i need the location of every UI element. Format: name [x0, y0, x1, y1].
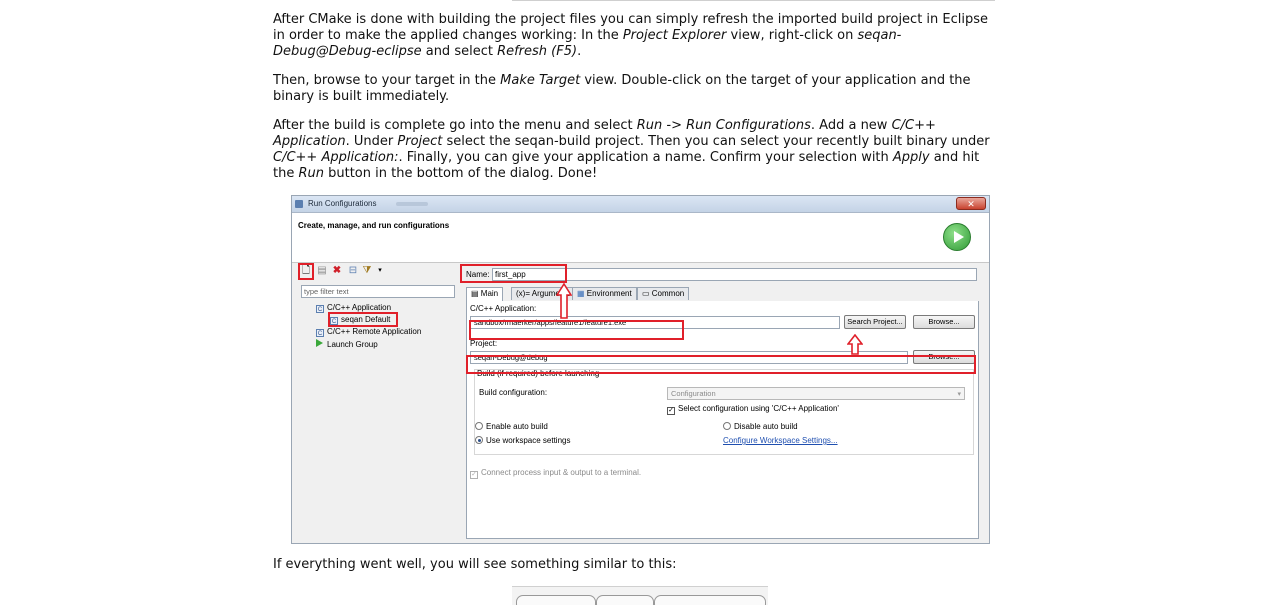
build-config-value: Configuration — [671, 389, 716, 398]
tab-label: Main — [480, 289, 499, 298]
highlight-seqan-default — [328, 312, 398, 327]
radio-label: Use workspace settings — [486, 436, 571, 445]
up-arrow-icon — [556, 283, 572, 319]
text-run: . Add a new — [810, 118, 892, 133]
project-label: Project: — [470, 339, 498, 348]
checkbox-label: Connect process input & output to a term… — [481, 468, 642, 477]
emphasis-text: Make Target — [500, 73, 581, 88]
connect-terminal-checkbox[interactable]: ✓ Connect process input & output to a ter… — [470, 468, 641, 479]
app-label: C/C++ Application: — [470, 304, 537, 313]
paragraph-run-config: After the build is complete go into the … — [273, 118, 999, 182]
paragraph-refresh: After CMake is done with building the pr… — [273, 12, 999, 60]
c-remote-icon: C — [316, 329, 324, 337]
result-screenshot-partial — [512, 586, 768, 605]
radio-icon — [723, 422, 731, 430]
launch-group-icon — [316, 339, 323, 347]
tree-item-launch-group[interactable]: Launch Group — [316, 339, 378, 349]
highlight-project — [466, 355, 976, 374]
tab-common[interactable]: ▭ Common — [637, 287, 690, 300]
emphasis-text: Project Explorer — [622, 28, 727, 43]
text-run: . — [577, 44, 582, 59]
top-rule — [512, 0, 995, 1]
checkbox-icon: ✓ — [667, 407, 675, 415]
paragraph-result: If everything went well, you will see so… — [273, 557, 999, 573]
arguments-icon: (x)= — [516, 289, 532, 298]
environment-icon: ▦ — [577, 289, 587, 298]
tab-environment[interactable]: ▦ Environment — [572, 287, 637, 300]
enable-auto-build-radio[interactable]: Enable auto build — [475, 422, 548, 431]
emphasis-text: Apply — [892, 150, 930, 165]
emphasis-text: Run — [298, 166, 324, 181]
tab-label: Environment — [586, 289, 632, 298]
tree-label: C/C++ Remote Application — [327, 327, 422, 336]
duplicate-icon[interactable]: ▤ — [316, 265, 328, 277]
text-run: select the seqan-build project. Then you… — [442, 134, 990, 149]
run-icon — [943, 223, 971, 251]
paragraph-make-target: Then, browse to your target in the Make … — [273, 73, 999, 105]
tree-label: Launch Group — [327, 340, 378, 349]
text-run: If everything went well, you will see so… — [273, 557, 677, 572]
text-run: Then, browse to your target in the — [273, 73, 501, 88]
checkbox-label: Select configuration using 'C/C++ Applic… — [678, 404, 839, 413]
eclipse-icon — [295, 200, 303, 208]
configure-workspace-link[interactable]: Configure Workspace Settings... — [723, 436, 838, 445]
highlight-new-config — [298, 263, 314, 280]
radio-label: Disable auto build — [734, 422, 798, 431]
select-config-checkbox[interactable]: ✓ Select configuration using 'C/C++ Appli… — [667, 404, 839, 415]
checkbox-icon: ✓ — [470, 471, 478, 479]
c-app-icon: C — [316, 305, 324, 313]
highlight-app-path — [469, 320, 684, 340]
emphasis-text: Project — [397, 134, 443, 149]
tab-main[interactable]: ▤ Main — [466, 287, 504, 301]
build-group: Build (if required) before launching Bui… — [474, 369, 974, 455]
text-run: and select — [421, 44, 498, 59]
main-tab-icon: ▤ — [471, 289, 481, 298]
use-workspace-radio[interactable]: Use workspace settings — [475, 436, 570, 445]
up-arrow-icon — [847, 334, 863, 355]
config-tabs: ▤ Main (x)= Arguments ▦ Environment ▭ Co… — [466, 287, 979, 302]
config-editor: Name: first_app ▤ Main (x)= Arguments ▦ … — [460, 265, 983, 543]
collapse-icon[interactable]: ⊟ — [347, 265, 359, 277]
browse-app-button[interactable]: Browse... — [913, 315, 975, 329]
dialog-title: Run Configurations — [308, 199, 377, 208]
tab-label: Common — [651, 289, 685, 298]
dialog-titlebar: Run Configurations ✕ — [292, 196, 989, 213]
titlebar-blur — [396, 202, 428, 206]
emphasis-text: Refresh (F5) — [497, 44, 578, 59]
close-button[interactable]: ✕ — [956, 197, 986, 210]
emphasis-text: C/C++ Application: — [273, 150, 399, 165]
tree-label: C/C++ Application — [327, 303, 392, 312]
dialog-header: Create, manage, and run configurations — [292, 213, 989, 263]
text-run: view, right-click on — [726, 28, 858, 43]
highlight-name-field — [460, 264, 567, 283]
header-title: Create, manage, and run configurations — [298, 221, 450, 230]
disable-auto-build-radio[interactable]: Disable auto build — [723, 422, 798, 431]
filter-input[interactable]: type filter text — [301, 285, 455, 298]
radio-icon — [475, 422, 483, 430]
radio-selected-icon — [475, 436, 483, 444]
build-config-label: Build configuration: — [479, 388, 548, 397]
radio-label: Enable auto build — [486, 422, 548, 431]
build-config-select: Configuration ▾ — [667, 387, 965, 400]
text-run: . Finally, you can give your application… — [398, 150, 893, 165]
text-run: . Under — [345, 134, 398, 149]
tree-item-c-remote[interactable]: C C/C++ Remote Application — [316, 327, 421, 337]
filter-icon[interactable]: ⧩ — [361, 265, 373, 277]
text-run: After the build is complete go into the … — [273, 118, 637, 133]
common-icon: ▭ — [642, 289, 652, 298]
delete-icon[interactable]: ✖ — [331, 265, 343, 277]
emphasis-text: Run -> Run Configurations — [636, 118, 811, 133]
chevron-down-icon: ▾ — [957, 391, 961, 398]
chevron-down-icon[interactable]: ▾ — [374, 265, 386, 277]
run-configurations-dialog: Run Configurations ✕ Create, manage, and… — [291, 195, 990, 544]
text-run: button in the bottom of the dialog. Done… — [323, 166, 598, 181]
